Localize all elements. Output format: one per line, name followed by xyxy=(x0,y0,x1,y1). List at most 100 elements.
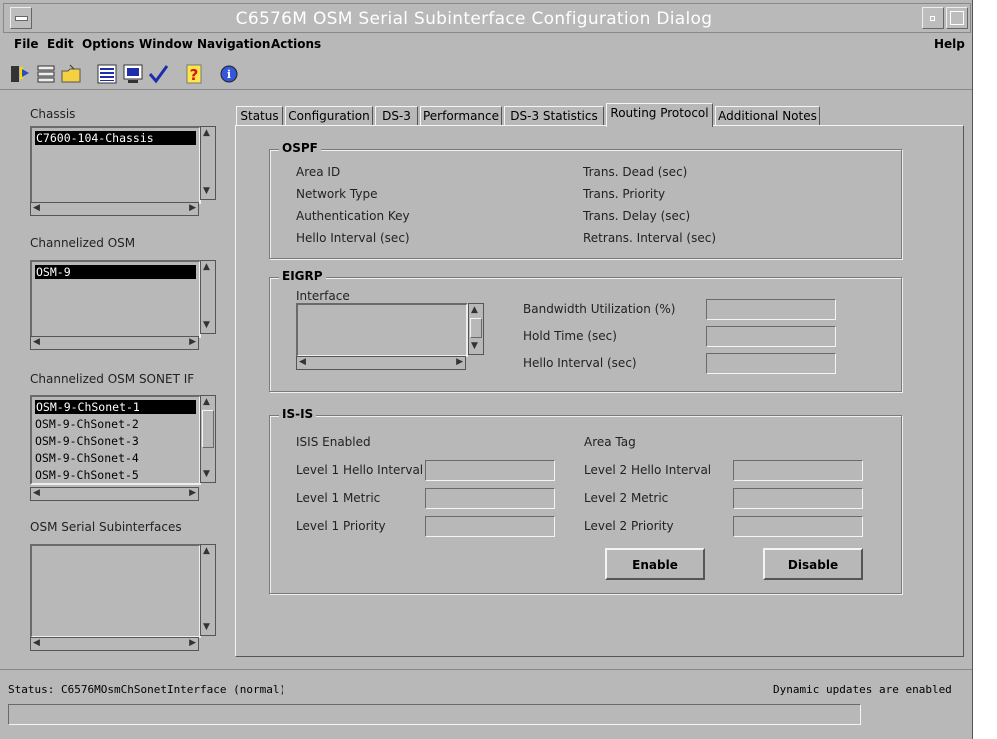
scroll-left-icon[interactable]: ◀ xyxy=(33,639,40,648)
maximize-icon xyxy=(950,11,964,25)
subifs-vscroll[interactable]: ▲ ▼ xyxy=(200,544,216,636)
title-bar[interactable]: C6576M OSM Serial Subinterface Configura… xyxy=(3,3,971,33)
scroll-left-icon[interactable]: ◀ xyxy=(33,338,40,347)
isis-title: IS-IS xyxy=(279,407,317,421)
subifs-hscroll[interactable]: ◀ ▶ xyxy=(30,637,199,651)
tab-configuration[interactable]: Configuration xyxy=(285,106,373,126)
osm-list[interactable]: OSM-9 xyxy=(30,260,201,338)
chassis-list[interactable]: C7600-104-Chassis xyxy=(30,126,201,204)
eigrp-interface-vscroll[interactable]: ▲ ▼ xyxy=(468,303,484,355)
list-icon[interactable] xyxy=(96,63,118,85)
chassis-hscroll[interactable]: ◀ ▶ xyxy=(30,202,199,216)
eigrp-hold-time-field[interactable] xyxy=(706,326,836,347)
tab-performance[interactable]: Performance xyxy=(420,106,502,126)
eigrp-hello-interval-field[interactable] xyxy=(706,353,836,374)
isis-l2-priority-label: Level 2 Priority xyxy=(584,519,674,533)
isis-l1-metric-field[interactable] xyxy=(425,488,555,509)
menu-window[interactable]: Window xyxy=(139,37,193,51)
list-item[interactable]: OSM-9-ChSonet-1 xyxy=(35,400,196,414)
scroll-up-icon[interactable]: ▲ xyxy=(203,398,210,407)
ospf-retrans-interval-label: Retrans. Interval (sec) xyxy=(583,231,717,245)
menu-help[interactable]: Help xyxy=(934,37,965,51)
osm-hscroll[interactable]: ◀ ▶ xyxy=(30,336,199,350)
folder-icon[interactable] xyxy=(60,63,82,85)
menu-options[interactable]: Options xyxy=(82,37,135,51)
isis-enabled-label: ISIS Enabled xyxy=(296,435,371,449)
subifs-list[interactable] xyxy=(30,544,201,638)
isis-l1-metric-label: Level 1 Metric xyxy=(296,491,381,505)
ospf-network-type-label: Network Type xyxy=(296,187,378,201)
scroll-left-icon[interactable]: ◀ xyxy=(33,204,40,213)
ospf-trans-delay-label: Trans. Delay (sec) xyxy=(583,209,691,223)
tab-ds3[interactable]: DS-3 xyxy=(375,106,418,126)
osm-vscroll[interactable]: ▲ ▼ xyxy=(200,260,216,334)
ospf-auth-key-label: Authentication Key xyxy=(296,209,410,223)
scroll-down-icon[interactable]: ▼ xyxy=(203,321,210,330)
tab-routing-protocol[interactable]: Routing Protocol xyxy=(606,103,713,127)
scroll-right-icon[interactable]: ▶ xyxy=(189,489,196,498)
list-item[interactable]: OSM-9-ChSonet-2 xyxy=(35,417,139,431)
exit-icon[interactable] xyxy=(9,63,31,85)
enable-button[interactable]: Enable xyxy=(605,548,705,580)
list-item[interactable]: OSM-9-ChSonet-5 xyxy=(35,468,139,482)
isis-l2-hello-label: Level 2 Hello Interval xyxy=(584,463,712,477)
sonet-vscroll[interactable]: ▲ ▼ xyxy=(200,395,216,483)
maximize-button[interactable] xyxy=(946,7,968,29)
tab-ds3-statistics[interactable]: DS-3 Statistics xyxy=(504,106,604,126)
monitor-icon[interactable] xyxy=(122,63,144,85)
scroll-right-icon[interactable]: ▶ xyxy=(189,338,196,347)
disable-button[interactable]: Disable xyxy=(763,548,863,580)
window-menu-icon xyxy=(15,16,28,21)
isis-l2-priority-field[interactable] xyxy=(733,516,863,537)
scroll-right-icon[interactable]: ▶ xyxy=(189,639,196,648)
sonet-hscroll[interactable]: ◀ ▶ xyxy=(30,487,199,501)
scroll-left-icon[interactable]: ◀ xyxy=(33,489,40,498)
tab-additional-notes[interactable]: Additional Notes xyxy=(715,106,820,126)
eigrp-bandwidth-field[interactable] xyxy=(706,299,836,320)
scroll-up-icon[interactable]: ▲ xyxy=(203,547,210,556)
isis-l1-priority-field[interactable] xyxy=(425,516,555,537)
info-icon[interactable]: i xyxy=(218,63,240,85)
isis-l2-metric-field[interactable] xyxy=(733,488,863,509)
eigrp-interface-list[interactable] xyxy=(296,303,468,357)
menu-file[interactable]: File xyxy=(14,37,39,51)
menu-edit[interactable]: Edit xyxy=(47,37,74,51)
scroll-thumb[interactable] xyxy=(470,318,482,338)
scroll-down-icon[interactable]: ▼ xyxy=(203,470,210,479)
isis-l1-priority-label: Level 1 Priority xyxy=(296,519,386,533)
list-item[interactable]: OSM-9-ChSonet-3 xyxy=(35,434,139,448)
isis-l1-hello-field[interactable] xyxy=(425,460,555,481)
list-item[interactable]: OSM-9 xyxy=(35,265,196,279)
tab-status[interactable]: Status xyxy=(236,106,283,126)
scroll-down-icon[interactable]: ▼ xyxy=(203,623,210,632)
list-item[interactable]: OSM-9-ChSonet-4 xyxy=(35,451,139,465)
help-icon[interactable]: ? xyxy=(183,63,205,85)
scroll-thumb[interactable] xyxy=(202,410,214,448)
list-item[interactable]: C7600-104-Chassis xyxy=(35,131,196,145)
network-icon[interactable] xyxy=(35,63,57,85)
chassis-vscroll[interactable]: ▲ ▼ xyxy=(200,126,216,200)
menu-actions[interactable]: Actions xyxy=(271,37,321,51)
scroll-up-icon[interactable]: ▲ xyxy=(203,129,210,138)
isis-area-tag-label: Area Tag xyxy=(584,435,636,449)
eigrp-interface-hscroll[interactable]: ◀ ▶ xyxy=(296,356,466,370)
minimize-icon xyxy=(930,16,935,21)
scroll-down-icon[interactable]: ▼ xyxy=(203,187,210,196)
window-menu-button[interactable] xyxy=(10,7,32,29)
eigrp-title: EIGRP xyxy=(279,269,326,283)
isis-l1-hello-label: Level 1 Hello Interval xyxy=(296,463,424,477)
scroll-up-icon[interactable]: ▲ xyxy=(203,263,210,272)
minimize-button[interactable] xyxy=(922,7,944,29)
scroll-up-icon[interactable]: ▲ xyxy=(471,306,478,315)
eigrp-hello-interval-label: Hello Interval (sec) xyxy=(523,356,637,370)
scroll-down-icon[interactable]: ▼ xyxy=(471,342,478,351)
scroll-left-icon[interactable]: ◀ xyxy=(299,358,306,367)
scroll-right-icon[interactable]: ▶ xyxy=(456,358,463,367)
sonet-list[interactable]: OSM-9-ChSonet-1 OSM-9-ChSonet-2 OSM-9-Ch… xyxy=(30,395,201,485)
scroll-right-icon[interactable]: ▶ xyxy=(189,204,196,213)
checkmark-icon[interactable] xyxy=(147,63,169,85)
eigrp-hold-time-label: Hold Time (sec) xyxy=(523,329,617,343)
isis-l2-hello-field[interactable] xyxy=(733,460,863,481)
menu-navigation[interactable]: Navigation xyxy=(197,37,270,51)
subifs-label: OSM Serial Subinterfaces xyxy=(30,520,182,534)
